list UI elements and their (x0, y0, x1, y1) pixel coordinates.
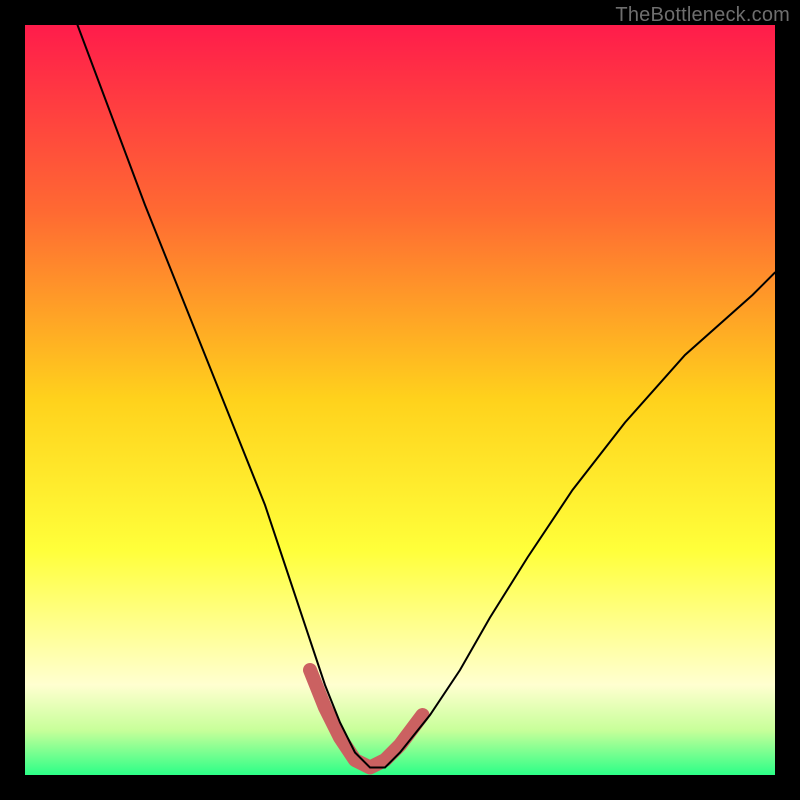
chart-frame: TheBottleneck.com (0, 0, 800, 800)
chart-svg (25, 25, 775, 775)
watermark-text: TheBottleneck.com (615, 4, 790, 27)
plot-area (25, 25, 775, 775)
gradient-background (25, 25, 775, 775)
